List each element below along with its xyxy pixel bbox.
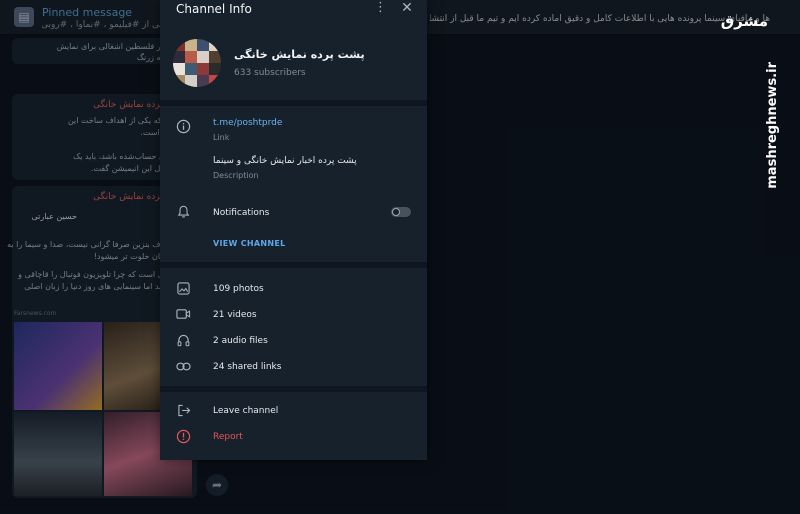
leave-icon: [178, 404, 191, 417]
bell-icon: [177, 205, 190, 218]
channel-profile: پشت پرده نمایش خانگی 633 subscribers: [160, 34, 427, 100]
close-icon[interactable]: ✕: [400, 0, 414, 16]
report-icon: [176, 429, 191, 444]
subscriber-count: 633 subscribers: [234, 68, 306, 78]
video-icon: [176, 309, 191, 319]
report-button[interactable]: Report: [213, 432, 243, 442]
link-label: Link: [213, 133, 230, 142]
notifications-toggle[interactable]: [391, 207, 411, 217]
channel-link[interactable]: t.me/poshtprde: [213, 118, 282, 128]
channel-info-dialog: Channel Info ⋮ ✕ پشت پرده نمایش خانگی 63…: [160, 0, 427, 460]
headphones-icon: [177, 334, 190, 347]
view-channel-button[interactable]: VIEW CHANNEL: [213, 239, 286, 248]
link-icon: [176, 362, 191, 371]
description-label: Description: [213, 171, 259, 180]
toggle-knob: [392, 208, 400, 216]
leave-channel-button[interactable]: Leave channel: [213, 406, 278, 416]
dialog-header: Channel Info ⋮ ✕: [160, 0, 427, 34]
channel-description: پشت پرده اخبار نمایش خانگی و سینما: [213, 156, 357, 166]
media-row-audio[interactable]: 2 audio files: [213, 336, 268, 346]
dialog-title: Channel Info: [176, 2, 252, 16]
photo-icon: [177, 282, 190, 295]
watermark-logo: مشرق: [720, 12, 768, 30]
section-divider: [160, 386, 427, 392]
info-icon: [176, 119, 191, 134]
channel-name: پشت پرده نمایش خانگی: [234, 48, 365, 61]
more-menu-icon[interactable]: ⋮: [374, 0, 387, 16]
media-row-photos[interactable]: 109 photos: [213, 284, 264, 294]
watermark-site: mashreghnews.ir: [765, 62, 780, 189]
channel-avatar[interactable]: [173, 39, 221, 87]
section-divider: [160, 100, 427, 106]
media-row-links[interactable]: 24 shared links: [213, 362, 281, 372]
notifications-label: Notifications: [213, 208, 270, 218]
section-divider: [160, 262, 427, 268]
media-row-videos[interactable]: 21 videos: [213, 310, 257, 320]
